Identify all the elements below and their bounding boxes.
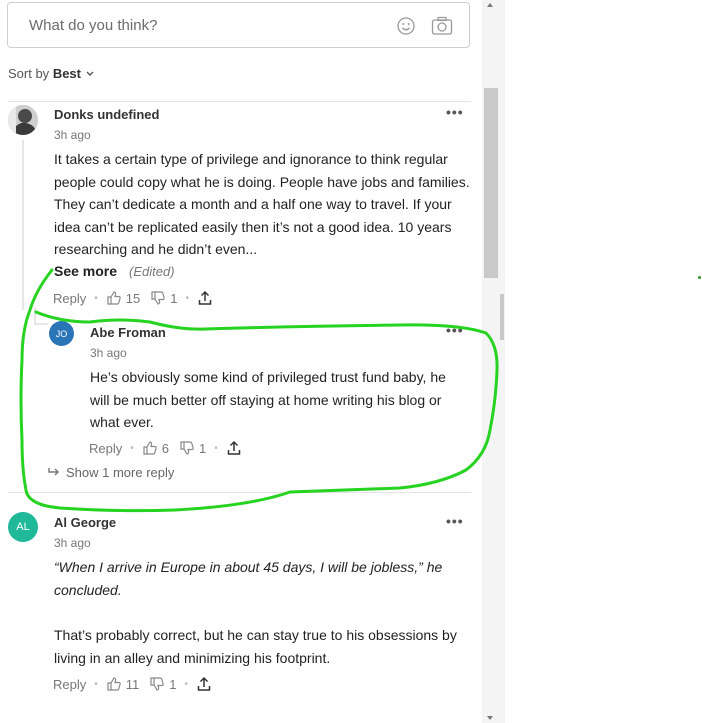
comment-time: 3h ago <box>54 536 91 550</box>
chevron-down-icon <box>85 66 95 81</box>
scrollbar-thumb[interactable] <box>484 88 498 278</box>
thumbs-down-icon[interactable] <box>179 440 195 456</box>
comment-text: It takes a certain type of privilege and… <box>54 151 470 257</box>
comment-quote: “When I arrive in Europe in about 45 day… <box>54 559 443 598</box>
dislike-count: 1 <box>199 440 207 456</box>
divider <box>8 492 471 493</box>
sort-dropdown[interactable]: Sort by Best <box>8 66 95 81</box>
reply-arrow-icon <box>48 465 60 480</box>
thumbs-up-icon[interactable] <box>106 290 122 306</box>
more-options-icon[interactable]: ••• <box>446 322 464 338</box>
camera-icon[interactable] <box>431 16 453 36</box>
comments-panel: What do you think? Sort by Best Donks un… <box>0 0 481 723</box>
emoji-icon[interactable] <box>396 16 416 36</box>
dislike-count: 1 <box>169 676 177 692</box>
more-options-icon[interactable]: ••• <box>446 513 464 529</box>
comment-time: 3h ago <box>90 346 127 360</box>
reply-button[interactable]: Reply <box>53 677 86 692</box>
sort-value: Best <box>52 66 81 81</box>
reply-button[interactable]: Reply <box>89 441 122 456</box>
scroll-down-icon[interactable] <box>486 715 494 721</box>
dislike-count: 1 <box>170 290 178 306</box>
commenter-name[interactable]: Al George <box>54 515 116 530</box>
commenter-name[interactable]: Donks undefined <box>54 107 159 122</box>
like-count: 11 <box>125 676 140 692</box>
thread-line <box>34 308 36 324</box>
share-icon[interactable] <box>226 440 242 456</box>
scroll-up-icon[interactable] <box>486 2 494 8</box>
comment-text: He’s obviously some kind of privileged t… <box>90 369 446 430</box>
thumbs-up-icon[interactable] <box>142 440 158 456</box>
show-more-label: Show 1 more reply <box>66 465 175 480</box>
thread-line <box>22 140 24 310</box>
avatar[interactable] <box>8 105 38 135</box>
comment-actions: Reply • 15 1 • <box>53 290 217 306</box>
comment-text: That’s probably correct, but he can stay… <box>54 627 457 666</box>
like-count: 15 <box>125 290 141 306</box>
scrollbar[interactable] <box>482 0 505 723</box>
annotation-dot <box>698 276 701 279</box>
more-options-icon[interactable]: ••• <box>446 104 464 120</box>
share-icon[interactable] <box>197 290 213 306</box>
sort-label: Sort by <box>8 66 50 81</box>
commenter-name[interactable]: Abe Froman <box>90 325 166 340</box>
thread-line <box>34 323 48 325</box>
comment-placeholder: What do you think? <box>29 17 158 34</box>
comment-actions: Reply • 6 1 • <box>89 440 246 456</box>
reply-button[interactable]: Reply <box>53 291 86 306</box>
comment-input[interactable]: What do you think? <box>7 2 470 48</box>
show-more-replies-button[interactable]: Show 1 more reply <box>48 465 174 480</box>
thumbs-down-icon[interactable] <box>150 290 166 306</box>
share-icon[interactable] <box>196 676 212 692</box>
comment-time: 3h ago <box>54 128 91 142</box>
see-more-link[interactable]: See more <box>54 263 117 279</box>
avatar[interactable]: JO <box>49 321 74 346</box>
edited-label: (Edited) <box>129 264 175 279</box>
thumbs-down-icon[interactable] <box>149 676 165 692</box>
like-count: 6 <box>161 440 169 456</box>
comment-actions: Reply • 11 1 • <box>53 676 216 692</box>
scrollbar-thumb-secondary[interactable] <box>500 294 504 340</box>
divider <box>8 101 471 102</box>
thumbs-up-icon[interactable] <box>106 676 122 692</box>
avatar[interactable]: AL <box>8 512 38 542</box>
